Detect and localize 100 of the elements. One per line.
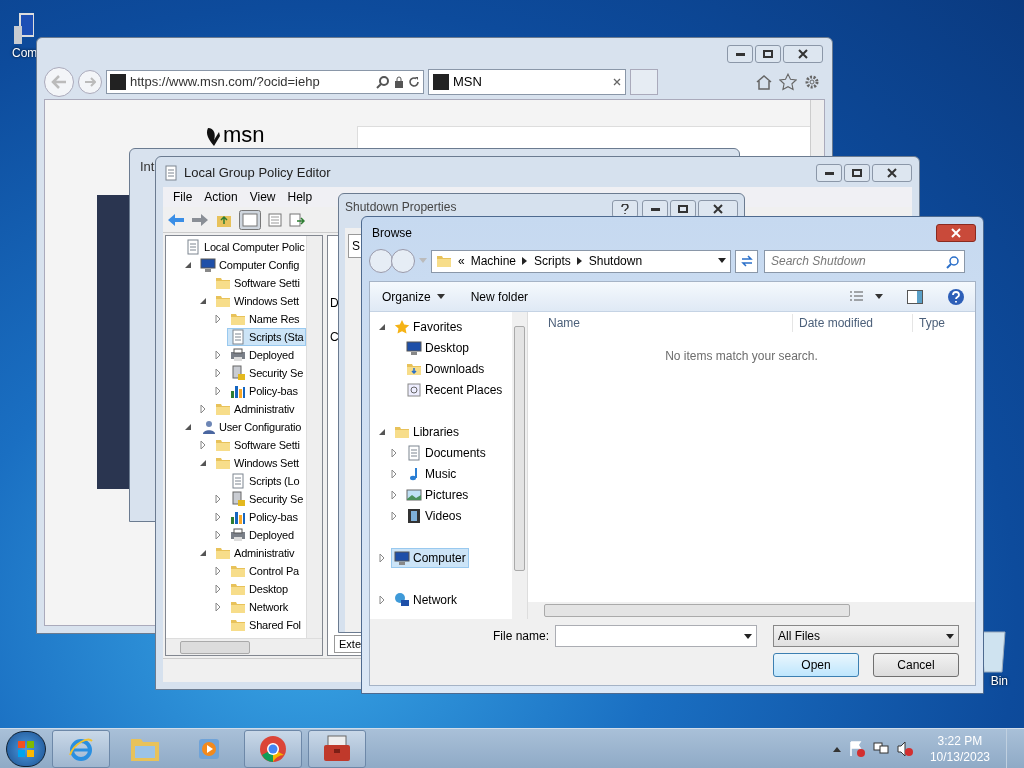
tree-item[interactable]: Computer [391,547,469,568]
chevron-right-icon[interactable] [522,257,529,265]
flag-error-icon[interactable] [847,739,866,758]
organize-button[interactable]: Organize [374,287,453,306]
home-icon[interactable] [755,73,773,91]
tree-item[interactable]: Network [227,597,291,617]
folder-icon [230,581,246,597]
horizontal-scrollbar[interactable] [166,638,322,655]
tree-item[interactable]: Pictures [403,484,472,505]
file-name-field[interactable] [555,625,757,647]
menu-item[interactable]: Help [281,188,319,206]
view-list-icon[interactable] [849,289,865,304]
start-button[interactable] [6,730,46,767]
tree-item[interactable]: Windows Sett [212,453,302,473]
tree-item[interactable]: Name Res [227,309,303,329]
speaker-muted-icon[interactable] [895,739,914,758]
tree-item[interactable]: Music [403,463,460,484]
tree-item[interactable]: Software Setti [212,435,303,455]
address-field[interactable]: https://www.msn.com/?ocid=iehp [106,70,424,94]
tree-item[interactable]: Control Pa [227,561,302,581]
tree-item[interactable]: User Configuratio [197,417,305,437]
new-folder-button[interactable]: New folder [462,287,537,306]
vertical-scrollbar[interactable] [306,236,322,638]
tree-item[interactable]: Videos [403,505,465,526]
tree-item[interactable]: Downloads [403,358,488,379]
open-button[interactable]: Open [773,653,859,677]
tree-item[interactable]: Policy-bas [227,507,301,527]
refresh-button[interactable] [735,249,758,273]
minimize-button[interactable] [727,45,753,63]
export-icon[interactable] [289,211,305,228]
back-arrow-icon[interactable] [167,212,185,227]
tree-item[interactable]: Administrativ [212,543,298,563]
taskbar-button[interactable] [52,729,110,768]
column-header[interactable]: Date modified [792,314,912,332]
tree-item[interactable]: Favorites [391,316,466,337]
tree-item[interactable]: Scripts (Lo [227,471,303,491]
tree-item[interactable]: Deployed [227,525,297,545]
tree-item[interactable]: Shared Fol [227,615,304,635]
tree-item[interactable]: Scripts (Sta [227,327,306,347]
horizontal-scrollbar[interactable] [528,602,975,619]
breadcrumb[interactable]: Machine [470,252,517,270]
tree-item[interactable]: Security Se [227,489,306,509]
search-icon[interactable] [946,254,960,269]
settings-icon[interactable] [803,73,821,91]
tree-item[interactable]: Administrativ [212,399,298,419]
tree-item[interactable]: Local Computer Polic [182,237,306,257]
path-field[interactable]: « Machine Scripts Shutdown [431,249,731,273]
taskbar-button[interactable] [244,729,302,768]
back-forward-buttons[interactable] [369,249,415,273]
menu-item[interactable]: Action [198,188,244,206]
tree-item[interactable]: Libraries [391,421,463,442]
tree-item[interactable]: Windows Sett [212,291,302,311]
help-icon[interactable] [947,287,965,306]
refresh-icon[interactable] [408,76,420,88]
forward-arrow-icon[interactable] [191,212,209,227]
close-icon[interactable] [613,78,621,86]
maximize-button[interactable] [844,164,870,182]
file-type-dropdown[interactable]: All Files [773,625,959,647]
menu-item[interactable]: View [243,188,282,206]
star-icon[interactable] [779,73,797,91]
preview-pane-icon[interactable] [907,289,923,304]
printer-icon [230,347,246,363]
tree-item[interactable]: Documents [403,442,489,463]
maximize-button[interactable] [755,45,781,63]
window-title: Int [140,159,155,174]
menu-item[interactable]: File [167,188,199,206]
tree-item[interactable]: Desktop [227,579,291,599]
search-field[interactable]: Search Shutdown [764,249,965,273]
tree-item[interactable]: Deployed [227,345,297,365]
caret-icon[interactable] [718,258,726,264]
chevron-right-icon[interactable] [576,257,583,265]
tree-item[interactable]: Desktop [403,337,473,358]
search-icon[interactable] [376,75,390,89]
tree-item[interactable]: Computer Config [197,255,303,275]
column-header[interactable]: Name [528,314,792,332]
cancel-button[interactable]: Cancel [873,653,959,677]
computer-icon [200,257,216,273]
desktop-icon-label[interactable]: Bin [990,674,1008,688]
close-button[interactable] [872,164,912,182]
browser-tab[interactable]: MSN [428,69,626,95]
pane-icon[interactable] [239,209,261,230]
tree-item[interactable]: Policy-bas [227,381,301,401]
site-logo-icon [433,74,449,90]
tree-item[interactable]: Network [391,589,460,610]
minimize-button[interactable] [816,164,842,182]
close-button[interactable] [936,224,976,242]
tree-item[interactable]: Recent Places [403,379,506,400]
column-header[interactable]: Type [912,314,975,332]
close-button[interactable] [783,45,823,63]
breadcrumb[interactable]: Scripts [534,252,571,270]
tree-item[interactable]: Software Setti [212,273,303,293]
caret-icon[interactable] [875,294,883,299]
close-icon [798,49,808,59]
document-icon [406,444,422,461]
taskbar-button[interactable] [308,729,366,768]
breadcrumb[interactable]: Shutdown [588,252,643,270]
tree-item[interactable]: Security Se [227,363,306,383]
desktop-icon-label[interactable]: Com [12,46,38,60]
vertical-scrollbar[interactable] [512,312,527,619]
overflow-chevron[interactable]: « [458,252,465,270]
